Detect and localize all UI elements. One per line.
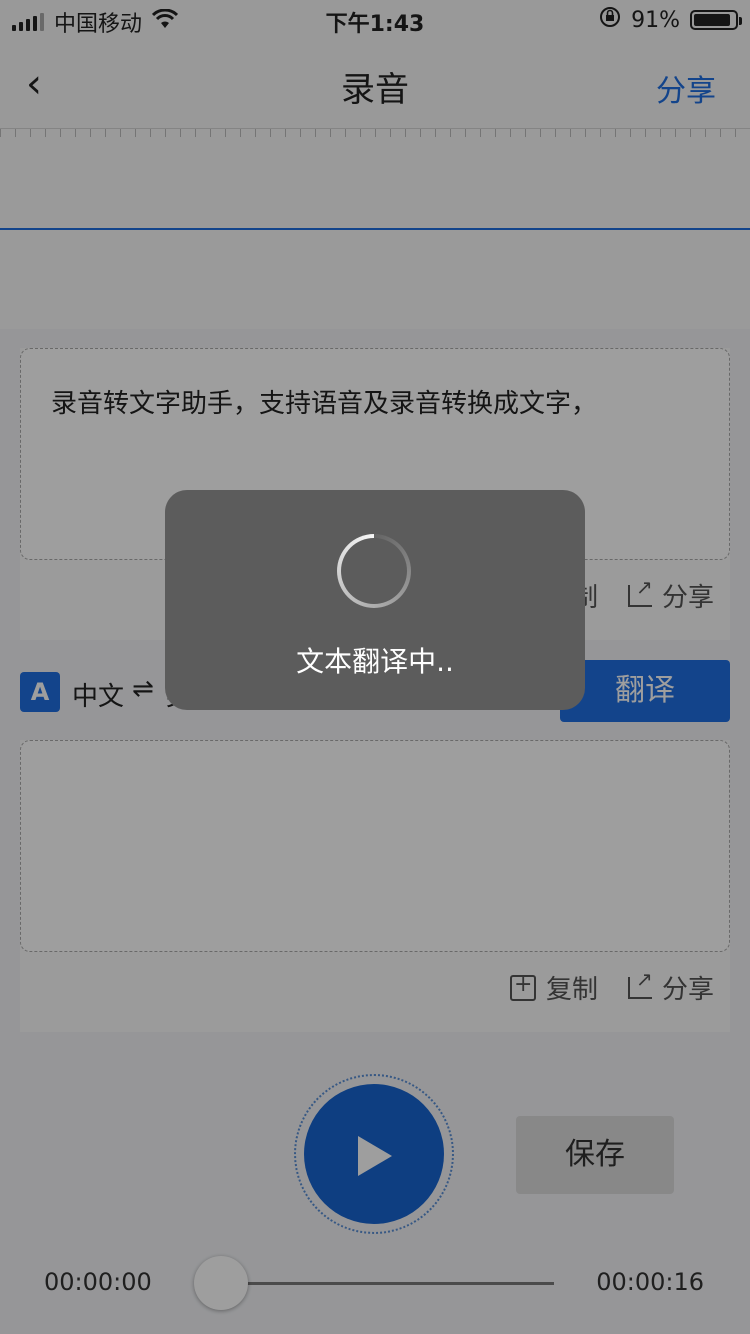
loading-spinner-icon	[337, 534, 411, 608]
loading-message: 文本翻译中..	[296, 645, 454, 678]
loading-toast: 文本翻译中..	[165, 490, 585, 710]
